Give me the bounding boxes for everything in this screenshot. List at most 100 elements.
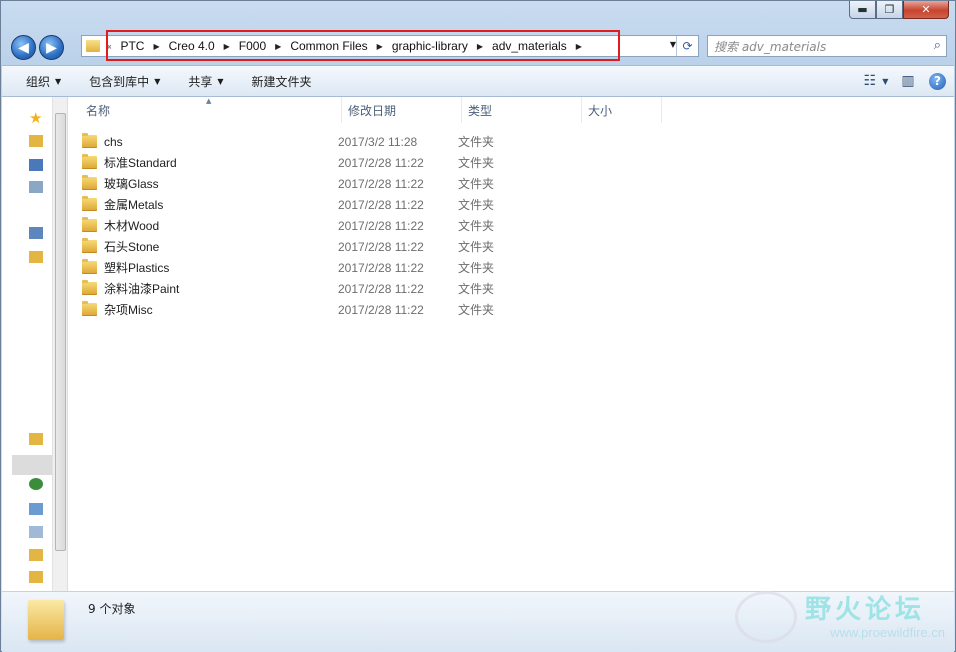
explorer-window: ▬ ❐ ✕ ◀ ▶ « PTC ▶ Creo 4.0 ▶ F000 ▶ Comm… (0, 0, 956, 652)
table-row[interactable]: 金属Metals 2017/2/28 11:22 文件夹 (82, 194, 558, 215)
search-icon[interactable]: ⌕ (934, 38, 941, 53)
highlight-box (106, 30, 620, 61)
nav-network-icon[interactable] (29, 181, 43, 193)
nav-folder-icon[interactable] (29, 549, 43, 561)
nav-scrollbar[interactable] (52, 97, 67, 591)
nav-scrollbar-thumb[interactable] (55, 113, 66, 551)
folder-icon (86, 40, 100, 52)
caption-buttons: ▬ ❐ ✕ (849, 1, 949, 19)
nav-drive-icon[interactable] (29, 503, 43, 515)
table-row[interactable]: 涂料油漆Paint 2017/2/28 11:22 文件夹 (82, 278, 558, 299)
file-type: 文件夹 (458, 303, 495, 317)
chevron-down-icon: ▼ (154, 76, 161, 86)
table-row[interactable]: 标准Standard 2017/2/28 11:22 文件夹 (82, 152, 558, 173)
organize-label: 组织 (26, 74, 51, 89)
back-button[interactable]: ◀ (11, 35, 36, 60)
file-modified: 2017/2/28 11:22 (338, 239, 424, 254)
file-modified: 2017/3/2 11:28 (338, 134, 418, 149)
minimize-button[interactable]: ▬ (849, 1, 876, 19)
file-modified: 2017/2/28 11:22 (338, 218, 424, 233)
folder-icon (82, 280, 97, 295)
nav-globe-icon[interactable] (29, 478, 43, 490)
file-name: chs (104, 134, 123, 149)
file-name: 塑料Plastics (104, 261, 170, 275)
search-placeholder: 搜索 adv_materials (714, 39, 827, 54)
watermark-url: www.proewildfire.cn (830, 625, 945, 640)
file-name: 木材Wood (104, 219, 160, 233)
organize-menu[interactable]: 组织 ▼ (2, 73, 75, 90)
table-row[interactable]: 石头Stone 2017/2/28 11:22 文件夹 (82, 236, 558, 257)
file-modified: 2017/2/28 11:22 (338, 302, 424, 317)
file-type: 文件夹 (458, 177, 495, 191)
file-name: 涂料油漆Paint (104, 282, 180, 296)
share-menu[interactable]: 共享 ▼ (174, 73, 237, 90)
folder-icon (82, 217, 97, 232)
watermark-logo-icon (735, 591, 797, 643)
file-name: 玻璃Glass (104, 177, 159, 191)
command-bar: 组织 ▼ 包含到库中 ▼ 共享 ▼ 新建文件夹 ☷ ▼ ▥ ? (2, 65, 954, 97)
folder-icon (82, 238, 97, 253)
new-folder-button[interactable]: 新建文件夹 (238, 73, 326, 90)
file-modified: 2017/2/28 11:22 (338, 260, 424, 275)
watermark: 野火论坛 www.proewildfire.cn (735, 589, 945, 649)
nav-drive-icon[interactable] (29, 526, 43, 538)
refresh-icon[interactable]: ⟳ (676, 36, 698, 56)
share-label: 共享 (188, 74, 213, 89)
column-headers: 名称 修改日期 类型 大小 (80, 97, 662, 123)
file-type: 文件夹 (458, 198, 495, 212)
nav-computer-icon[interactable] (29, 227, 43, 239)
include-in-library-label: 包含到库中 (89, 74, 150, 89)
file-modified: 2017/2/28 11:22 (338, 155, 424, 170)
preview-pane-icon[interactable]: ▥ (897, 70, 919, 92)
help-icon[interactable]: ? (929, 72, 946, 90)
file-name: 石头Stone (104, 240, 160, 254)
file-name: 杂项Misc (104, 303, 153, 317)
chevron-down-icon: ▼ (55, 76, 62, 86)
file-name: 金属Metals (104, 198, 164, 212)
nav-desktop-icon[interactable] (29, 159, 43, 171)
maximize-button[interactable]: ❐ (876, 1, 903, 19)
forward-button[interactable]: ▶ (39, 35, 64, 60)
table-row[interactable]: 塑料Plastics 2017/2/28 11:22 文件夹 (82, 257, 558, 278)
column-header-size[interactable]: 大小 (582, 97, 662, 123)
folder-icon (82, 196, 97, 211)
table-row[interactable]: 玻璃Glass 2017/2/28 11:22 文件夹 (82, 173, 558, 194)
view-options-icon[interactable]: ☷ ▼ (864, 70, 889, 92)
nav-folder-icon[interactable] (29, 433, 43, 445)
back-arrow-icon: ◀ (18, 39, 29, 56)
nav-selected-item[interactable] (12, 455, 52, 475)
file-type: 文件夹 (458, 240, 495, 254)
new-folder-label: 新建文件夹 (251, 74, 312, 89)
chevron-down-icon: ▼ (217, 76, 224, 86)
file-modified: 2017/2/28 11:22 (338, 281, 424, 296)
file-modified: 2017/2/28 11:22 (338, 176, 424, 191)
nav-folder-icon[interactable] (29, 251, 43, 263)
close-button[interactable]: ✕ (903, 1, 949, 19)
file-list: ▲ 名称 修改日期 类型 大小 chs 2017/3/2 11:28 文件夹 标准S… (68, 97, 954, 591)
folder-icon (82, 259, 97, 274)
forward-arrow-icon: ▶ (46, 39, 57, 56)
column-header-modified[interactable]: 修改日期 (342, 97, 462, 123)
folder-icon (82, 154, 97, 169)
item-count: 9 个对象 (88, 602, 136, 616)
search-input[interactable]: 搜索 adv_materials ⌕ (707, 35, 947, 57)
folder-icon (82, 175, 97, 190)
folder-icon (82, 133, 97, 148)
nav-folder-icon[interactable] (29, 135, 43, 147)
file-type: 文件夹 (458, 282, 495, 296)
table-row[interactable]: 杂项Misc 2017/2/28 11:22 文件夹 (82, 299, 558, 320)
file-modified: 2017/2/28 11:22 (338, 197, 424, 212)
folder-icon (82, 301, 97, 316)
file-type: 文件夹 (458, 261, 495, 275)
watermark-title: 野火论坛 (804, 595, 925, 625)
include-in-library-menu[interactable]: 包含到库中 ▼ (75, 73, 174, 90)
file-type: 文件夹 (458, 135, 495, 149)
table-row[interactable]: 木材Wood 2017/2/28 11:22 文件夹 (82, 215, 558, 236)
navigation-pane: ★ (2, 97, 68, 591)
column-header-type[interactable]: 类型 (462, 97, 582, 123)
table-row[interactable]: chs 2017/3/2 11:28 文件夹 (82, 131, 558, 152)
favorites-star-icon[interactable]: ★ (29, 109, 42, 127)
nav-folder-icon[interactable] (29, 571, 43, 583)
column-header-name[interactable]: 名称 (80, 97, 342, 123)
file-type: 文件夹 (458, 219, 495, 233)
